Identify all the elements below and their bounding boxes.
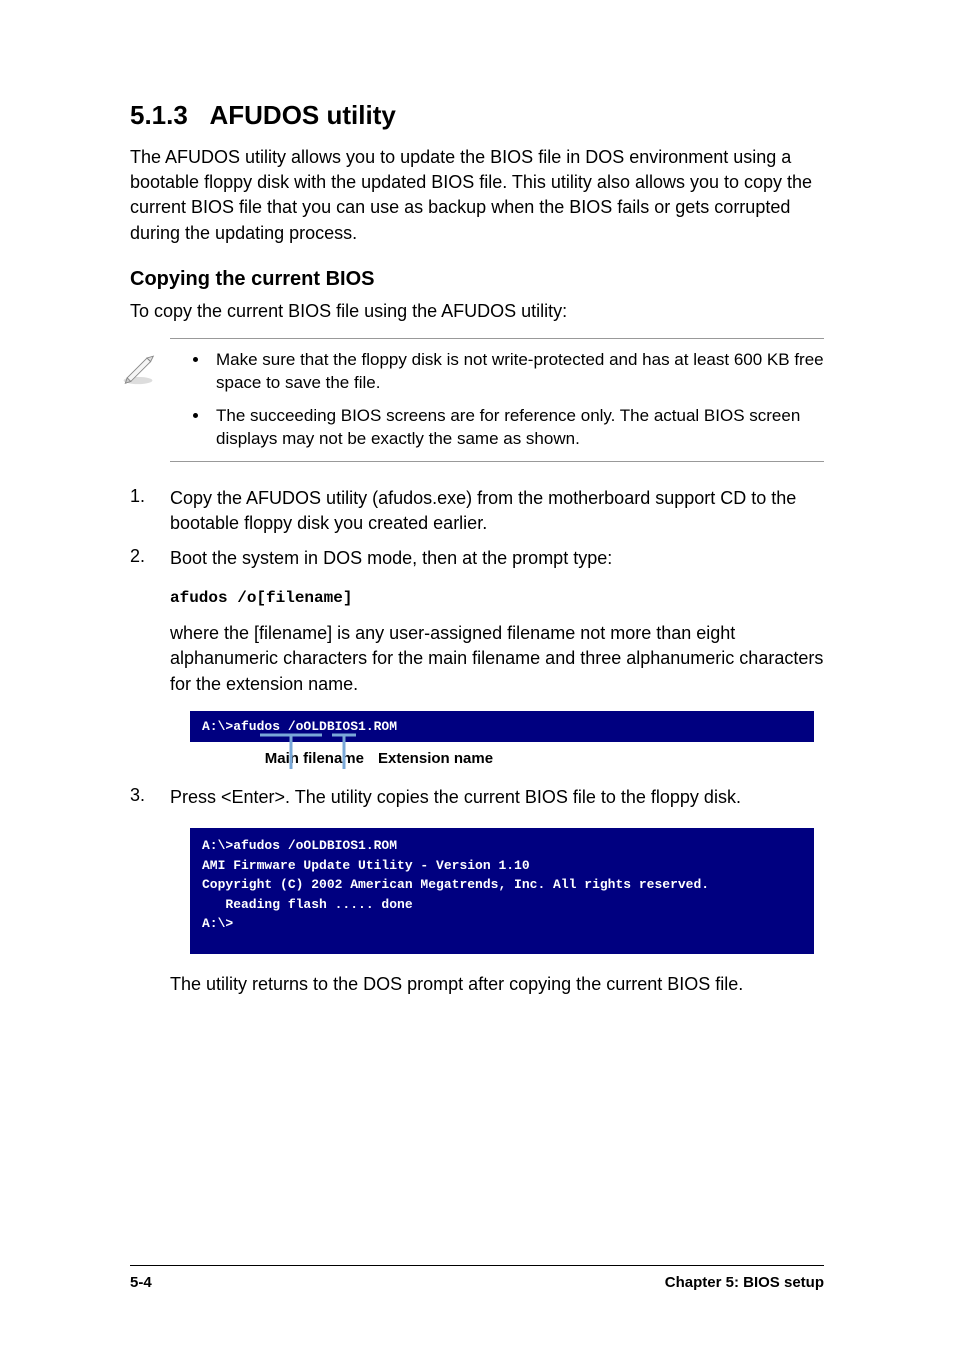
- step-text: Press <Enter>. The utility copies the cu…: [170, 785, 824, 810]
- step-item: 2. Boot the system in DOS mode, then at …: [130, 546, 824, 571]
- annotation-labels: Main filename Extension name: [190, 750, 824, 767]
- note-list: Make sure that the floppy disk is not wr…: [180, 349, 824, 451]
- closing-paragraph: The utility returns to the DOS prompt af…: [170, 972, 824, 997]
- chapter-label: Chapter 5: BIOS setup: [665, 1274, 824, 1291]
- step-number: 3.: [130, 785, 170, 810]
- step-item: 3. Press <Enter>. The utility copies the…: [130, 785, 824, 810]
- subsection-heading: Copying the current BIOS: [130, 268, 824, 291]
- terminal-output-1: A:\>afudos /oOLDBIOS1.ROM: [190, 711, 814, 742]
- section-number: 5.1.3: [130, 100, 188, 130]
- command-code: afudos /o[filename]: [170, 589, 824, 607]
- section-heading: 5.1.3 AFUDOS utility: [130, 100, 824, 131]
- where-paragraph: where the [filename] is any user-assigne…: [170, 621, 824, 697]
- note-item: Make sure that the floppy disk is not wr…: [210, 349, 824, 395]
- note-item: The succeeding BIOS screens are for refe…: [210, 405, 824, 451]
- terminal-text: A:\>afudos /oOLDBIOS1.ROM: [202, 719, 802, 734]
- step-item: 1. Copy the AFUDOS utility (afudos.exe) …: [130, 486, 824, 536]
- steps-list: 1. Copy the AFUDOS utility (afudos.exe) …: [130, 486, 824, 572]
- step-text: Copy the AFUDOS utility (afudos.exe) fro…: [170, 486, 824, 536]
- step-number: 2.: [130, 546, 170, 571]
- intro-paragraph: The AFUDOS utility allows you to update …: [130, 145, 824, 246]
- step-number: 1.: [130, 486, 170, 536]
- step-text: Boot the system in DOS mode, then at the…: [170, 546, 824, 571]
- subsection-intro: To copy the current BIOS file using the …: [130, 299, 824, 324]
- note-icon: [120, 349, 156, 390]
- terminal-text: A:\>afudos /oOLDBIOS1.ROM AMI Firmware U…: [202, 836, 802, 934]
- page-number: 5-4: [130, 1274, 152, 1291]
- steps-list-continued: 3. Press <Enter>. The utility copies the…: [130, 785, 824, 810]
- note-box: Make sure that the floppy disk is not wr…: [170, 338, 824, 462]
- terminal-output-2: A:\>afudos /oOLDBIOS1.ROM AMI Firmware U…: [190, 828, 814, 954]
- annotation-main-filename: Main filename: [190, 750, 378, 767]
- section-title: AFUDOS utility: [210, 100, 396, 130]
- page-footer: 5-4 Chapter 5: BIOS setup: [130, 1265, 824, 1291]
- annotation-extension-name: Extension name: [378, 750, 493, 767]
